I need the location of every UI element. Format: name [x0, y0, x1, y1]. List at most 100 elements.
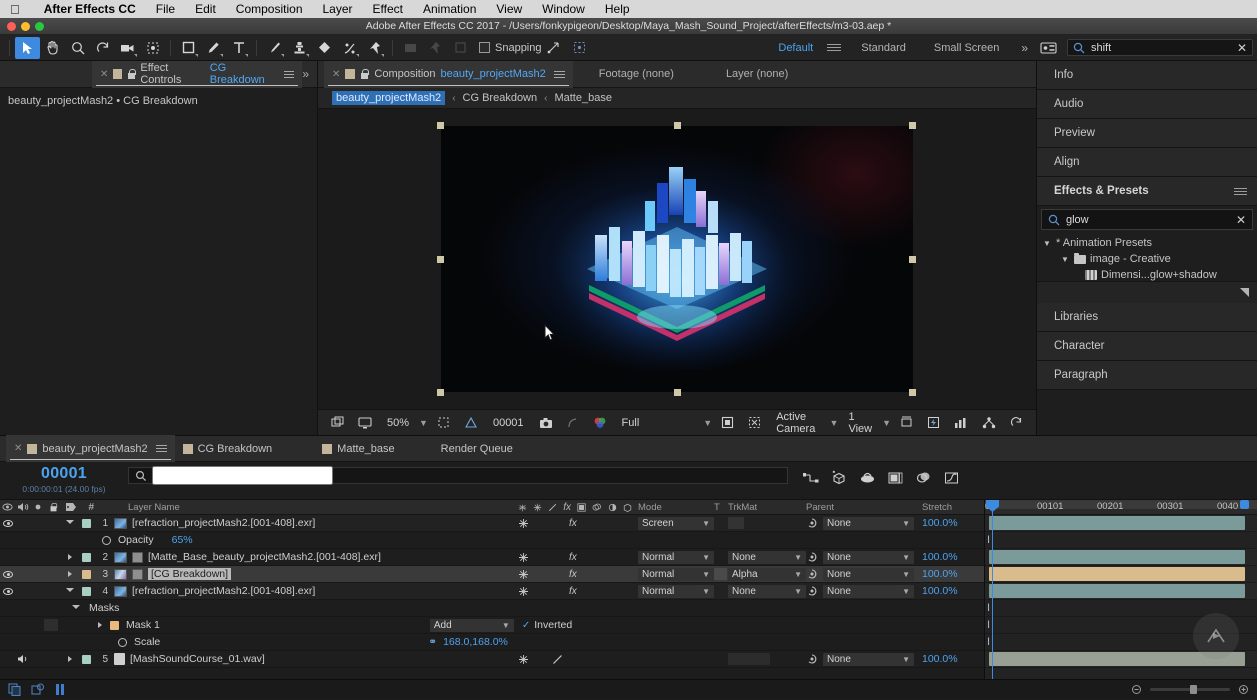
- table-row[interactable]: 5 [MashSoundCourse_01.wav] None ▼ 100.0%: [0, 651, 984, 668]
- row-3-label-swatch[interactable]: [78, 569, 94, 579]
- preview-play-overlay-icon[interactable]: [1193, 613, 1239, 659]
- show-snapshot-icon[interactable]: [562, 417, 584, 429]
- table-row[interactable]: Opacity 65%: [0, 532, 984, 549]
- resolution-dropdown-icon[interactable]: ▼: [703, 418, 712, 428]
- timeline-graph-icon[interactable]: [949, 417, 973, 429]
- opacity-stopwatch-icon[interactable]: [102, 535, 111, 545]
- zoom-tool-button[interactable]: [65, 37, 90, 59]
- transform-handle-bl[interactable]: [437, 389, 444, 396]
- tab-effect-controls[interactable]: ✕ Effect Controls CG Breakdown: [91, 60, 303, 88]
- tab-composition[interactable]: ✕ Composition beauty_projectMash2: [324, 60, 573, 88]
- timeline-time-graph[interactable]: 01 00101 00201 00301 0040 I I I I: [985, 500, 1257, 679]
- tree-row-preset[interactable]: Dimensi...glow+shadow: [1037, 267, 1257, 281]
- twirl-down-icon[interactable]: ▼: [1042, 239, 1052, 248]
- row-3-parent[interactable]: None ▼: [806, 567, 914, 581]
- row-4-collapse-icon[interactable]: [518, 586, 529, 597]
- layer-bar-3[interactable]: [989, 567, 1245, 581]
- track-row-4[interactable]: [985, 583, 1257, 600]
- row-1-mode[interactable]: Screen ▼: [632, 516, 714, 530]
- row-2-fx-icon[interactable]: fx: [569, 552, 577, 563]
- current-time-block[interactable]: 00001 0:00:00:01 (24.00 fps): [0, 462, 128, 494]
- composition-viewer[interactable]: [318, 109, 1036, 409]
- toggle-switches-modes-icon[interactable]: [31, 683, 45, 696]
- selection-tool-button[interactable]: [15, 36, 40, 59]
- transform-handle-tr[interactable]: [909, 122, 916, 129]
- pickwhip-icon[interactable]: [806, 585, 818, 597]
- type-tool-button[interactable]: [226, 37, 251, 59]
- row-5-name-cell[interactable]: [MashSoundCourse_01.wav]: [114, 653, 510, 665]
- row-2-switches[interactable]: fx: [510, 552, 632, 563]
- track-row-1[interactable]: [985, 515, 1257, 532]
- tree-row-image-creative[interactable]: ▼ image - Creative: [1037, 251, 1257, 267]
- row-5-audio-toggle[interactable]: [15, 654, 30, 664]
- row-2-trkmat[interactable]: None ▼: [728, 550, 806, 564]
- menu-item-layer[interactable]: Layer: [313, 2, 363, 16]
- table-row[interactable]: 3 [CG Breakdown] fx Normal ▼ Alpha ▼ Non…: [0, 566, 984, 583]
- masks-twirl-icon[interactable]: [72, 604, 80, 612]
- table-row[interactable]: Scale ⚭ 168.0,168.0%: [0, 634, 984, 651]
- effects-presets-header[interactable]: Effects & Presets: [1037, 177, 1257, 206]
- eraser-tool-button[interactable]: [312, 37, 337, 59]
- zoom-dropdown-icon[interactable]: ▼: [419, 418, 428, 428]
- row-4-twirl[interactable]: [62, 587, 78, 595]
- channel-rgb-icon[interactable]: [588, 416, 612, 429]
- menu-item-effect[interactable]: Effect: [363, 2, 413, 16]
- mask1-mode-dropdown[interactable]: Add ▼: [429, 618, 514, 632]
- clone-stamp-tool-button[interactable]: [287, 37, 312, 59]
- help-search-input[interactable]: [1091, 41, 1231, 54]
- workspace-small-screen[interactable]: Small Screen: [920, 42, 1013, 54]
- composition-mini-flowchart-icon[interactable]: [802, 469, 820, 486]
- menu-item-window[interactable]: Window: [532, 2, 595, 16]
- work-area-end-handle[interactable]: [1240, 500, 1249, 509]
- tab-close-icon[interactable]: ✕: [100, 69, 108, 80]
- table-row[interactable]: Masks: [0, 600, 984, 617]
- maximize-button[interactable]: [35, 21, 44, 31]
- scale-link-icon[interactable]: ⚭: [428, 636, 437, 648]
- help-search-box[interactable]: ✕: [1067, 39, 1253, 56]
- pan-behind-tool-button[interactable]: [140, 37, 165, 59]
- transform-handle-ml[interactable]: [437, 256, 444, 263]
- row-5-collapse-icon[interactable]: [518, 654, 529, 665]
- view-dropdown-icon[interactable]: ▼: [882, 418, 891, 428]
- menu-item-view[interactable]: View: [486, 2, 532, 16]
- row-3-trkmat[interactable]: Alpha ▼: [728, 567, 806, 581]
- always-preview-icon[interactable]: [326, 416, 349, 429]
- menu-item-help[interactable]: Help: [595, 2, 640, 16]
- puppet-pin-tool-button[interactable]: [362, 37, 387, 59]
- row-5-label-swatch[interactable]: [78, 654, 94, 664]
- effects-tree[interactable]: ▼ * Animation Presets ▼ image - Creative…: [1037, 233, 1257, 281]
- effects-search-clear-icon[interactable]: ✕: [1236, 213, 1246, 227]
- composition-canvas[interactable]: [441, 126, 913, 392]
- mask-feather-tool-button[interactable]: [398, 37, 423, 59]
- panel-overflow-icon[interactable]: »: [302, 67, 309, 81]
- row-2-mode[interactable]: Normal ▼: [632, 550, 714, 564]
- mask1-inverted-checkbox[interactable]: ✓: [522, 620, 530, 631]
- timeline-zoom-slider[interactable]: [1131, 684, 1249, 695]
- track-row-opacity[interactable]: I: [985, 532, 1257, 549]
- rotation-tool-button[interactable]: [90, 37, 115, 59]
- layer-bar-4[interactable]: [989, 584, 1245, 598]
- row-4-switches[interactable]: fx: [510, 586, 632, 597]
- current-time-value[interactable]: 00001: [0, 465, 128, 483]
- row-5-twirl[interactable]: [62, 656, 78, 662]
- pickwhip-icon[interactable]: [806, 551, 818, 563]
- menu-item-file[interactable]: File: [146, 2, 185, 16]
- zoom-out-icon[interactable]: [1131, 684, 1142, 695]
- menu-item-edit[interactable]: Edit: [185, 2, 226, 16]
- roto-brush-tool-button[interactable]: [337, 37, 362, 59]
- row-4-stretch[interactable]: 100.0%: [914, 585, 984, 597]
- mask-lock-toggle[interactable]: [44, 619, 58, 631]
- row-2-collapse-icon[interactable]: [518, 552, 529, 563]
- tree-row-animation-presets[interactable]: ▼ * Animation Presets: [1037, 235, 1257, 251]
- panel-menu-icon[interactable]: [284, 70, 295, 78]
- toggle-mask-icon[interactable]: [743, 416, 766, 429]
- row-2-name-cell[interactable]: [Matte_Base_beauty_projectMash2.[001-408…: [114, 551, 510, 563]
- zoom-in-icon[interactable]: [1238, 684, 1249, 695]
- row-1-collapse-icon[interactable]: [518, 518, 529, 529]
- row-1-name-cell[interactable]: [refraction_projectMash2.[001-408].exr]: [114, 517, 510, 529]
- hand-tool-button[interactable]: [40, 37, 65, 59]
- row-5-stretch[interactable]: 100.0%: [914, 653, 984, 665]
- resize-corner-icon[interactable]: [1240, 287, 1249, 297]
- motion-blur-icon[interactable]: [914, 469, 932, 486]
- transparency-grid-icon[interactable]: [459, 416, 483, 429]
